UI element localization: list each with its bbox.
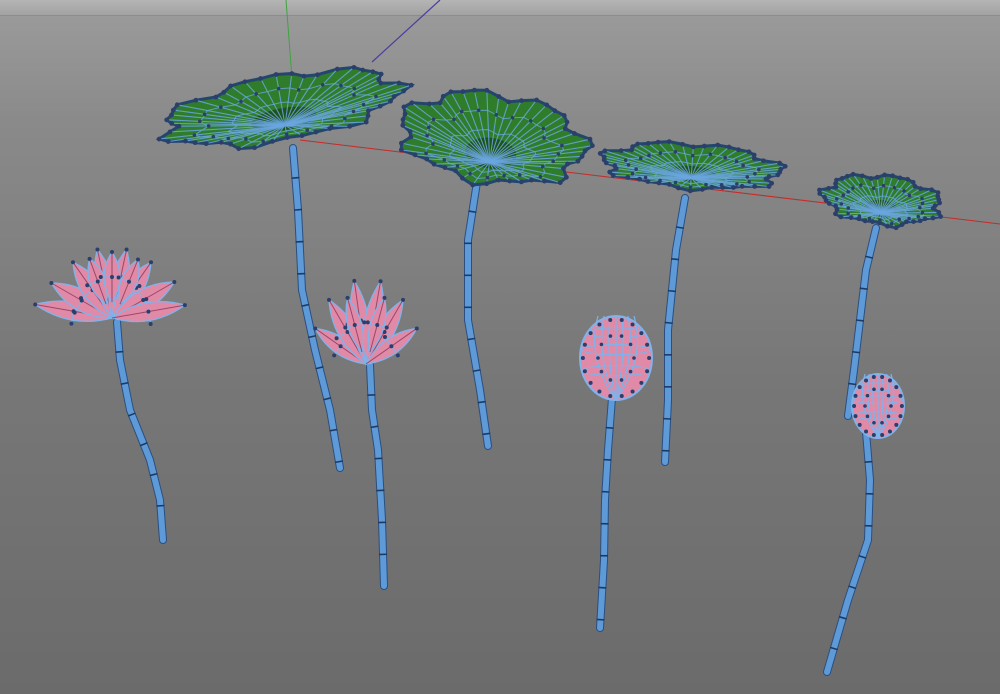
lotus-leaf-3[interactable]	[596, 134, 789, 466]
y-axis-line	[285, 0, 293, 79]
lotus-flower-half-open-petals	[313, 278, 419, 366]
scene-objects	[33, 49, 944, 676]
3d-viewport[interactable]	[0, 0, 1000, 694]
lotus-flower-open-petals	[33, 247, 187, 326]
lotus-flower-open[interactable]	[33, 247, 187, 544]
lotus-flower-half-open-stem	[367, 362, 387, 589]
lotus-bud-large-head	[579, 315, 653, 401]
lotus-leaf-1[interactable]	[149, 49, 420, 472]
lotus-leaf-2[interactable]	[392, 76, 601, 450]
lotus-bud-small[interactable]	[823, 373, 905, 676]
scene-canvas[interactable]	[0, 0, 1000, 694]
lotus-bud-small-head	[851, 373, 905, 439]
lotus-leaf-2-stem	[465, 179, 491, 449]
lotus-leaf-1-blade	[155, 64, 415, 152]
lotus-leaf-4-blade	[817, 171, 944, 231]
lotus-leaf-3-blade	[597, 139, 788, 194]
lotus-bud-large[interactable]	[579, 315, 653, 632]
lotus-flower-open-stem	[114, 319, 166, 543]
lotus-flower-half-open[interactable]	[313, 278, 419, 590]
lotus-leaf-2-blade	[398, 87, 595, 188]
z-axis-line	[371, 0, 441, 63]
